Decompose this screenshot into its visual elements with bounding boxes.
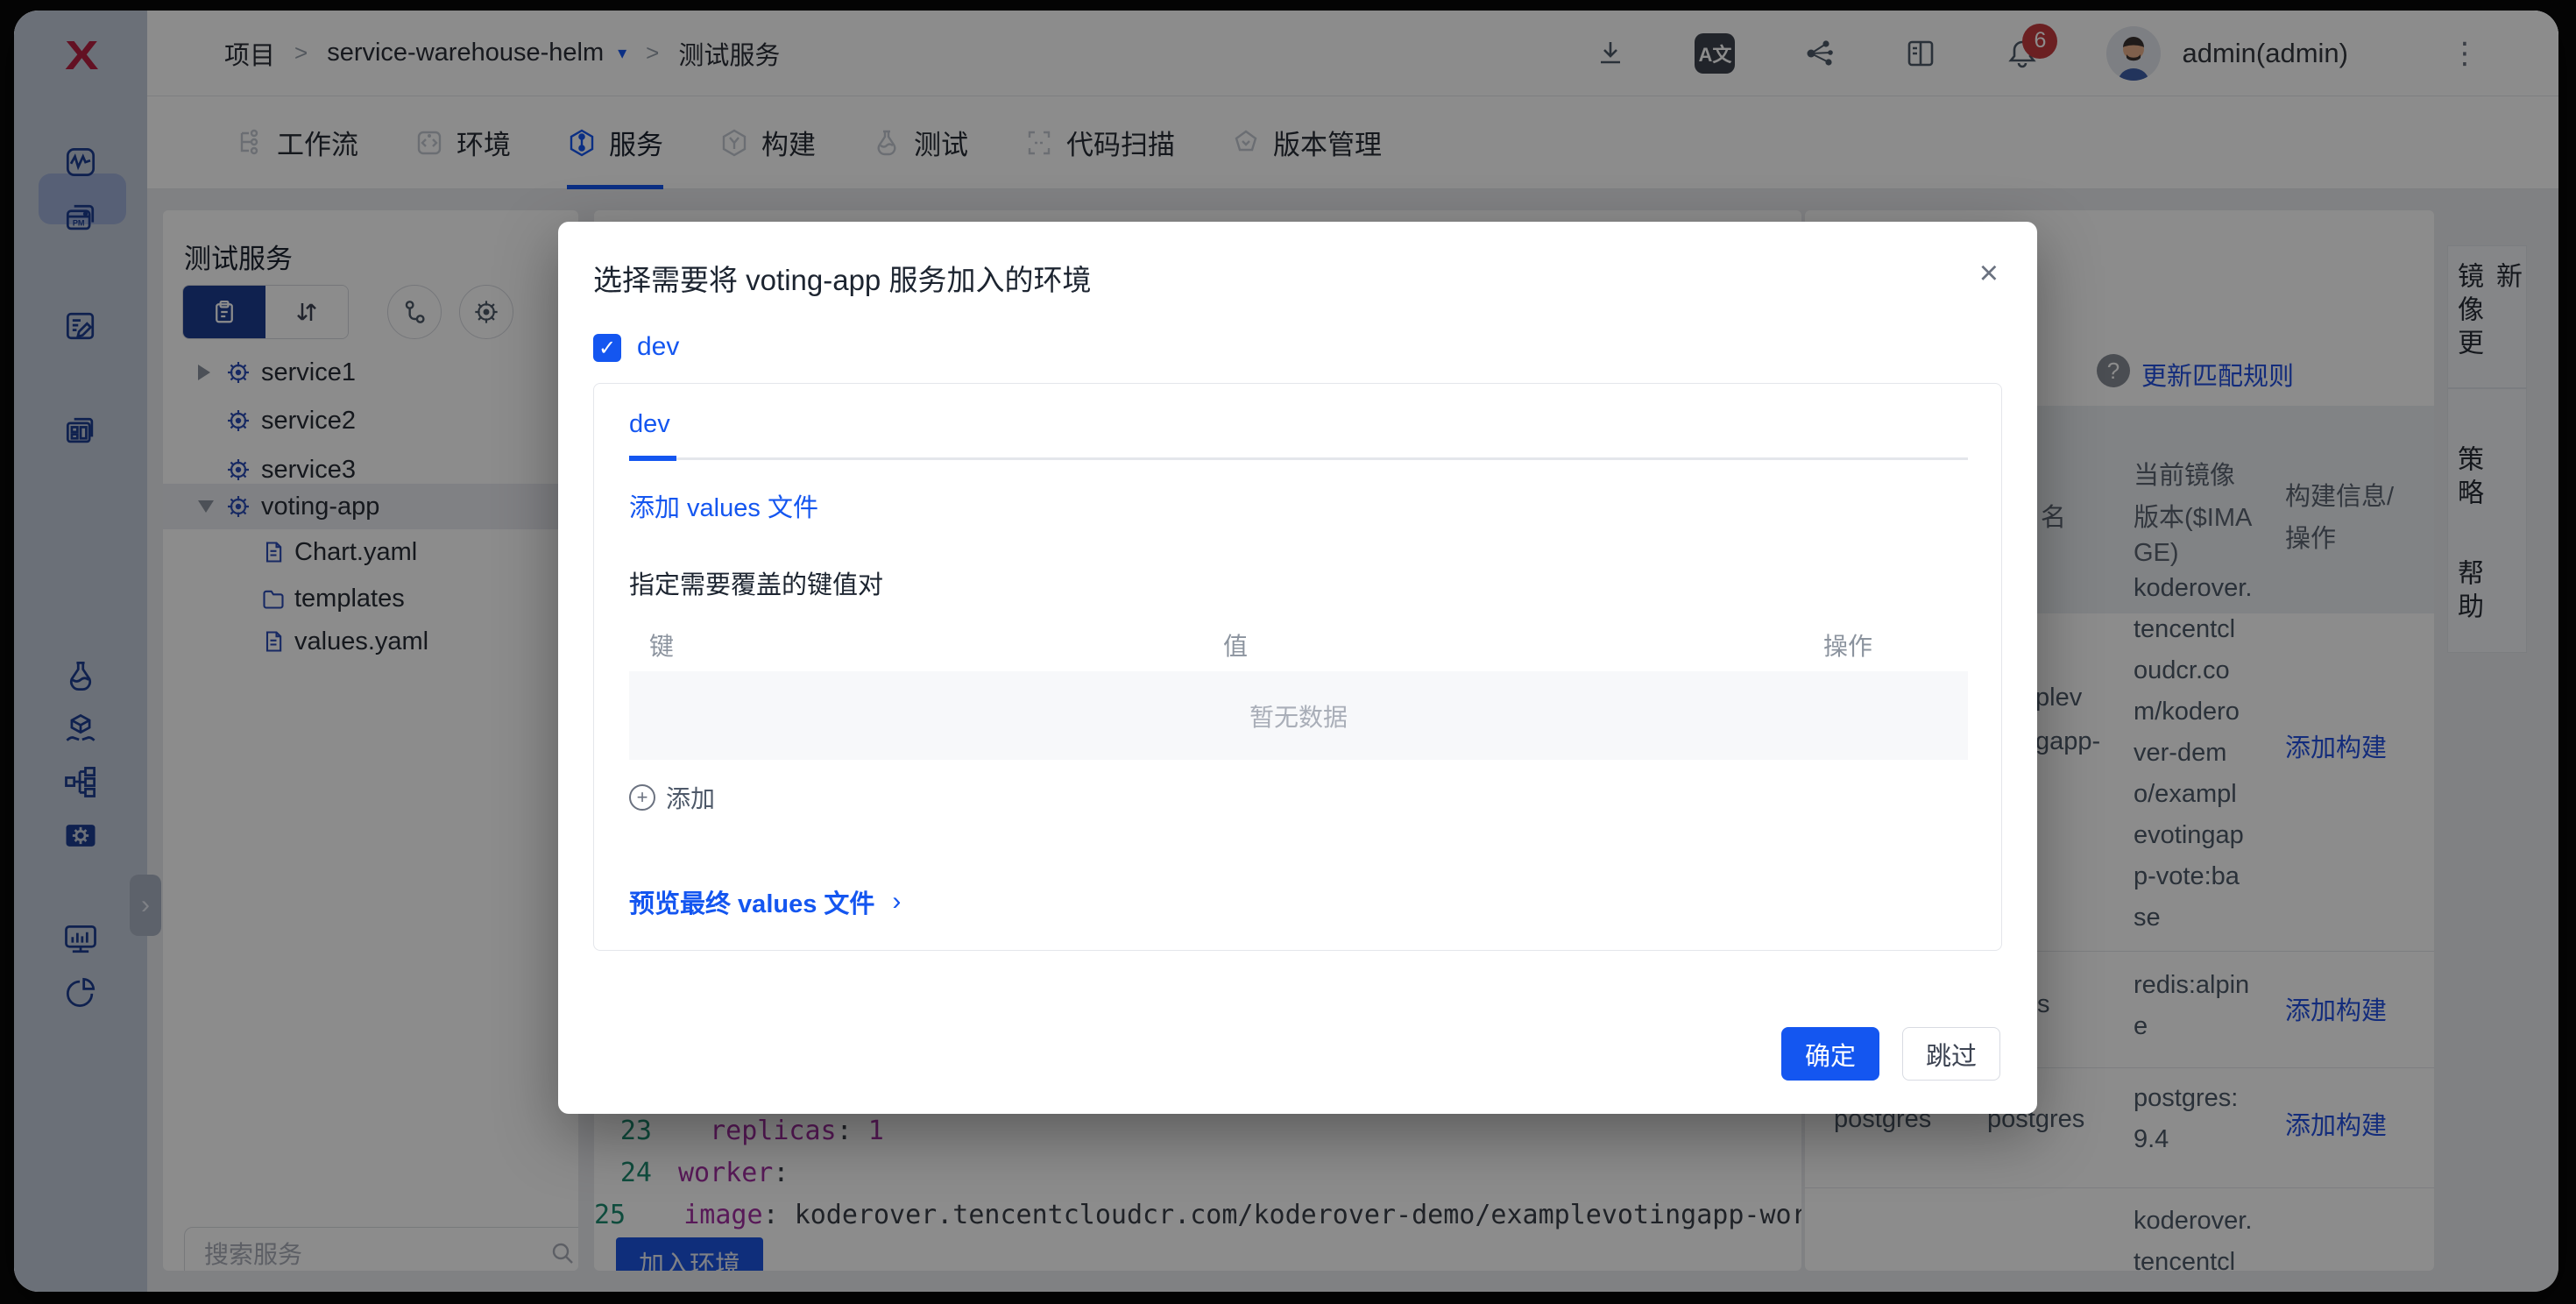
- app-window: X PM › 项目 > service-: [14, 11, 2558, 1292]
- screenshot-stage: X PM › 项目 > service-: [0, 0, 2576, 1304]
- active-tab-indicator: [629, 456, 676, 461]
- preview-values-label: 预览最终 values 文件: [629, 883, 874, 920]
- env-tab-dev[interactable]: dev: [629, 410, 670, 439]
- env-checkbox-label[interactable]: dev: [637, 332, 679, 362]
- confirm-button[interactable]: 确定: [1781, 1027, 1879, 1081]
- preview-values-link[interactable]: 预览最终 values 文件 ›: [629, 883, 901, 920]
- add-kv-row-button[interactable]: + 添加: [629, 780, 715, 815]
- kv-header-key: 键: [649, 627, 674, 663]
- kv-header-value: 值: [1223, 627, 1248, 663]
- close-icon[interactable]: ×: [1979, 257, 1999, 290]
- empty-state: 暂无数据: [629, 671, 1968, 760]
- chevron-right-icon: ›: [892, 887, 901, 917]
- tab-divider: [629, 457, 1968, 460]
- add-to-environment-modal: 选择需要将 voting-app 服务加入的环境 × ✓ dev dev 添加 …: [558, 222, 2037, 1114]
- kv-section-title: 指定需要覆盖的键值对: [629, 564, 883, 601]
- skip-button[interactable]: 跳过: [1902, 1027, 2000, 1081]
- env-config-card: dev 添加 values 文件 指定需要覆盖的键值对 键 值 操作 暂无数据 …: [593, 383, 2002, 951]
- modal-title: 选择需要将 voting-app 服务加入的环境: [593, 257, 1091, 299]
- add-values-file-link[interactable]: 添加 values 文件: [629, 487, 818, 524]
- kv-header-action: 操作: [1823, 627, 1872, 663]
- add-kv-row-label: 添加: [666, 780, 715, 815]
- plus-circle-icon: +: [629, 784, 655, 811]
- env-checkbox[interactable]: ✓: [593, 334, 621, 362]
